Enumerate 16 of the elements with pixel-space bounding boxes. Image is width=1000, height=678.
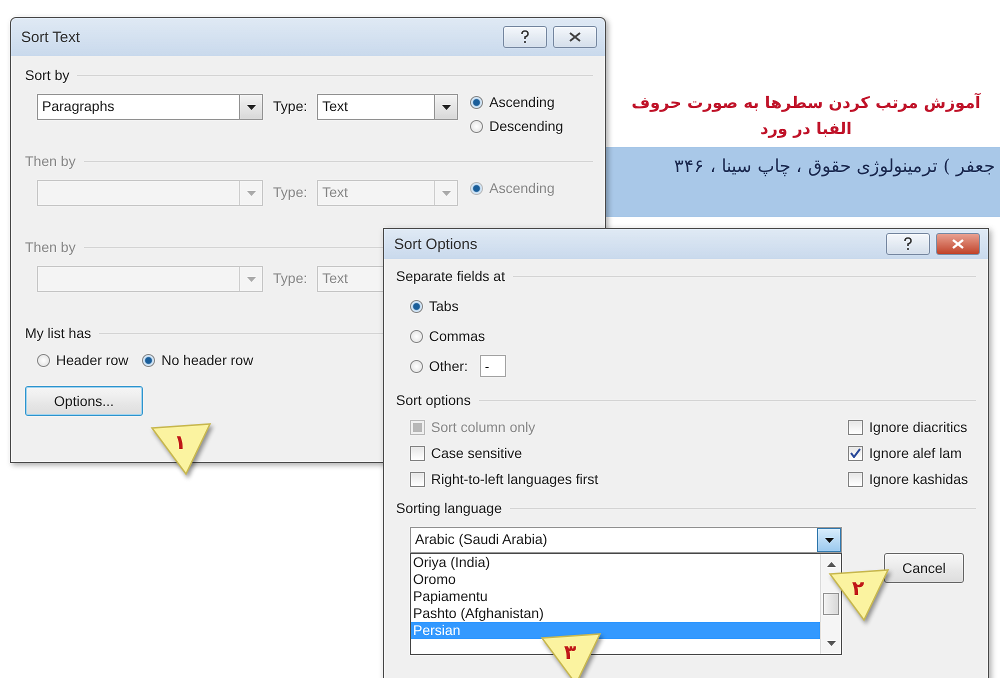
group-label: My list has (25, 325, 92, 341)
type-label: Type: (273, 183, 308, 200)
window-title: Sort Options (394, 236, 478, 252)
step-number: ١ (174, 430, 186, 454)
group-label: Then by (25, 239, 76, 255)
window-title: Sort Text (21, 28, 80, 46)
group-label: Separate fields at (396, 268, 505, 284)
group-label: Sort by (25, 67, 70, 83)
type-label: Type: (273, 97, 308, 114)
group-label: Sorting language (396, 500, 502, 516)
step-number: ٣ (564, 640, 576, 664)
group-label: Then by (25, 153, 76, 169)
group-label: Sort options (396, 392, 471, 408)
document-heading: آموزش مرتب کردن سطرها به صورت حروف الفبا در ورد (630, 92, 982, 140)
step-number: ٢ (852, 576, 864, 600)
type-label: Type: (273, 269, 308, 286)
